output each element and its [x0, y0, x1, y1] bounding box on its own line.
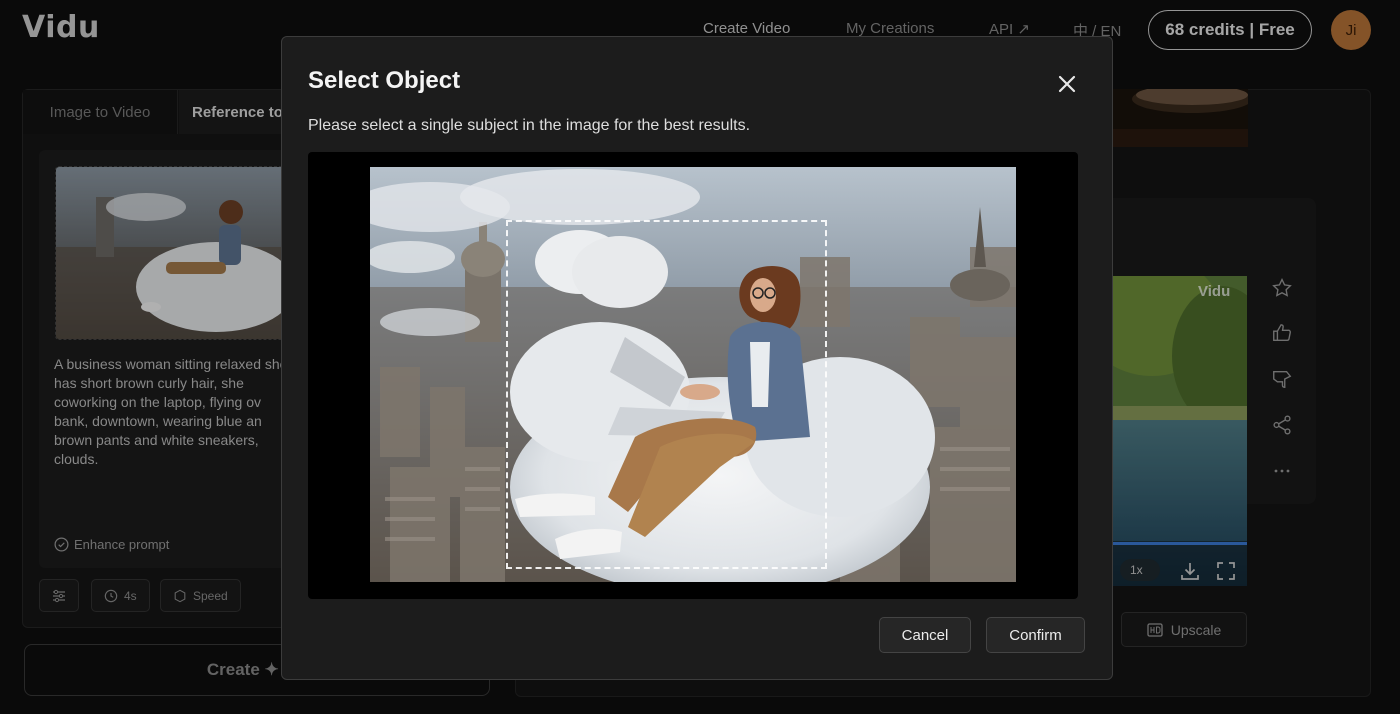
app-root: Vidu Create Video My Creations API ↗ 中 /…: [0, 0, 1400, 714]
cancel-button[interactable]: Cancel: [879, 617, 971, 653]
image-stage: [308, 152, 1078, 599]
dialog-instructions: Please select a single subject in the im…: [308, 117, 751, 134]
selection-box[interactable]: [506, 220, 827, 569]
close-icon[interactable]: [1052, 69, 1082, 99]
select-object-dialog: Select Object Please select a single sub…: [281, 36, 1113, 680]
dialog-title: Select Object: [308, 67, 461, 94]
confirm-button[interactable]: Confirm: [986, 617, 1085, 653]
